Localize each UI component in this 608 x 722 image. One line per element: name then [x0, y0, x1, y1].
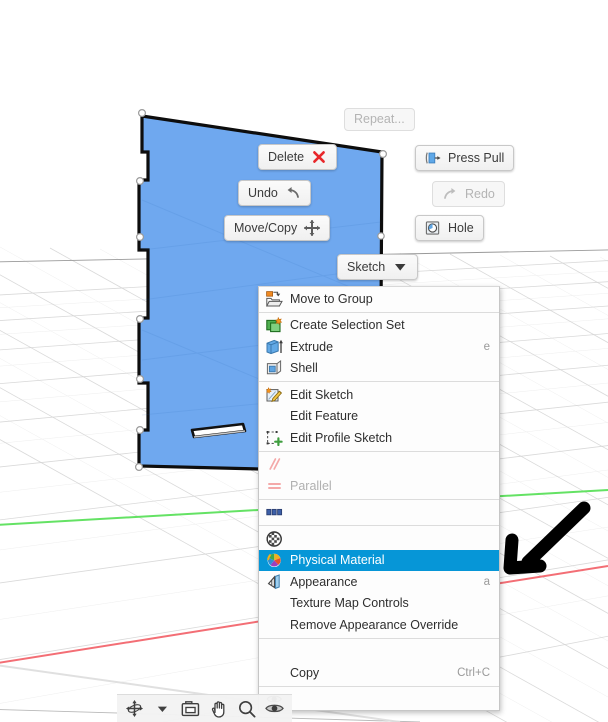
menu-label: Shell [290, 361, 318, 376]
sketch-button[interactable]: Sketch [337, 254, 419, 280]
texture-map-icon [265, 573, 284, 591]
press-pull-button[interactable]: Press Pull [415, 145, 515, 171]
no-icon [265, 594, 284, 612]
menu-item-texture-map-controls[interactable]: Appearance a [259, 571, 499, 593]
menu-item-move-to-group[interactable]: Move to Group [259, 288, 499, 310]
press-pull-label: Press Pull [448, 150, 505, 165]
menu-shortcut: Ctrl+C [457, 666, 490, 679]
menu-item-equal[interactable]: Parallel [259, 475, 499, 497]
repeat-label: Repeat... [354, 112, 405, 126]
look-at-icon[interactable] [181, 699, 200, 718]
menu-separator [259, 381, 499, 382]
zoom-icon[interactable] [237, 699, 256, 718]
no-icon [265, 407, 284, 425]
menu-separator [259, 311, 499, 313]
press-pull-icon [425, 150, 441, 166]
menu-label: Extrude [290, 339, 334, 354]
move-to-group-icon [265, 290, 284, 308]
menu-item-edit-sketch[interactable]: Edit Sketch [259, 384, 499, 406]
move-copy-button[interactable]: Move/Copy [224, 215, 331, 241]
eye-icon[interactable] [265, 699, 284, 718]
menu-item-create-selection-set[interactable]: Create Selection Set [259, 315, 499, 337]
move-cross-icon [304, 220, 321, 236]
extrude-icon [265, 338, 284, 356]
menu-shortcut: e [483, 340, 490, 353]
context-menu[interactable]: Move to Group Create Selection Set Extru… [258, 286, 500, 711]
menu-label: Texture Map Controls [290, 596, 409, 611]
menu-item-extrude[interactable]: Extrude e [259, 336, 499, 358]
menu-label: Edit Profile Sketch [290, 430, 393, 445]
menu-item-appearance[interactable]: Physical Material [259, 549, 499, 571]
menu-label: Move to Group [290, 291, 373, 306]
no-icon [265, 616, 284, 634]
pan-hand-icon[interactable] [209, 699, 228, 718]
menu-item-properties[interactable]: Remove Appearance Override [259, 614, 499, 636]
repeat-button[interactable]: Repeat... [344, 108, 415, 131]
physical-material-icon [265, 530, 284, 548]
chevron-down-icon[interactable] [153, 699, 172, 718]
delete-label: Delete [268, 149, 305, 164]
menu-item-cut[interactable]: Copy Ctrl+C [259, 662, 499, 684]
menu-separator [259, 685, 499, 687]
edit-profile-sketch-icon [265, 429, 284, 447]
equal-icon [265, 477, 284, 495]
menu-item-physical-material[interactable] [259, 528, 499, 550]
menu-label: Physical Material [290, 553, 385, 568]
create-selection-set-icon [265, 316, 284, 334]
menu-item-create-group[interactable] [259, 502, 499, 524]
menu-separator [259, 450, 499, 452]
menu-label: Parallel [290, 478, 332, 493]
menu-item-parallel[interactable] [259, 454, 499, 476]
menu-separator [259, 637, 499, 639]
hole-icon [425, 220, 441, 236]
menu-label: Remove Appearance Override [290, 617, 459, 632]
screenshot-root: Repeat... Delete Undo Move/Copy Sketch P… [0, 0, 608, 722]
menu-label: Create Selection Set [290, 318, 405, 333]
create-group-icon [265, 503, 284, 521]
no-icon [265, 642, 284, 660]
menu-item-edit-feature[interactable]: Edit Feature [259, 406, 499, 428]
hole-label: Hole [448, 220, 474, 235]
viewport-3d[interactable]: Repeat... Delete Undo Move/Copy Sketch P… [0, 0, 608, 722]
redo-button[interactable]: Redo [432, 181, 505, 207]
sketch-label: Sketch [347, 259, 386, 274]
menu-item-remove-appearance-override[interactable]: Texture Map Controls [259, 593, 499, 615]
menu-item-show-hide[interactable] [259, 689, 499, 711]
menu-label: Appearance [290, 574, 358, 589]
bottom-navigation-toolbar[interactable] [117, 694, 292, 722]
menu-item-copy[interactable] [259, 641, 499, 663]
menu-label: Copy [290, 665, 320, 680]
no-icon [265, 664, 284, 682]
shell-icon [265, 359, 284, 377]
edit-sketch-icon [265, 386, 284, 404]
menu-item-shell[interactable]: Shell [259, 358, 499, 380]
redo-label: Redo [465, 186, 495, 201]
chevron-down-icon [392, 259, 408, 275]
close-x-icon [311, 149, 327, 165]
undo-button[interactable]: Undo [238, 180, 311, 206]
hole-button[interactable]: Hole [415, 215, 484, 241]
menu-shortcut: a [483, 575, 490, 588]
menu-separator [259, 498, 499, 500]
menu-label: Edit Feature [290, 409, 359, 424]
orbit-icon[interactable] [125, 699, 144, 718]
menu-item-edit-profile-sketch[interactable]: Edit Profile Sketch [259, 427, 499, 449]
move-copy-label: Move/Copy [234, 220, 298, 235]
redo-arrow-icon [442, 186, 458, 202]
appearance-icon [265, 551, 284, 569]
undo-arrow-icon [285, 185, 301, 201]
undo-label: Undo [248, 185, 278, 200]
parallel-icon [265, 455, 284, 473]
menu-label: Edit Sketch [290, 387, 354, 402]
delete-button[interactable]: Delete [258, 144, 338, 170]
menu-separator [259, 525, 499, 526]
